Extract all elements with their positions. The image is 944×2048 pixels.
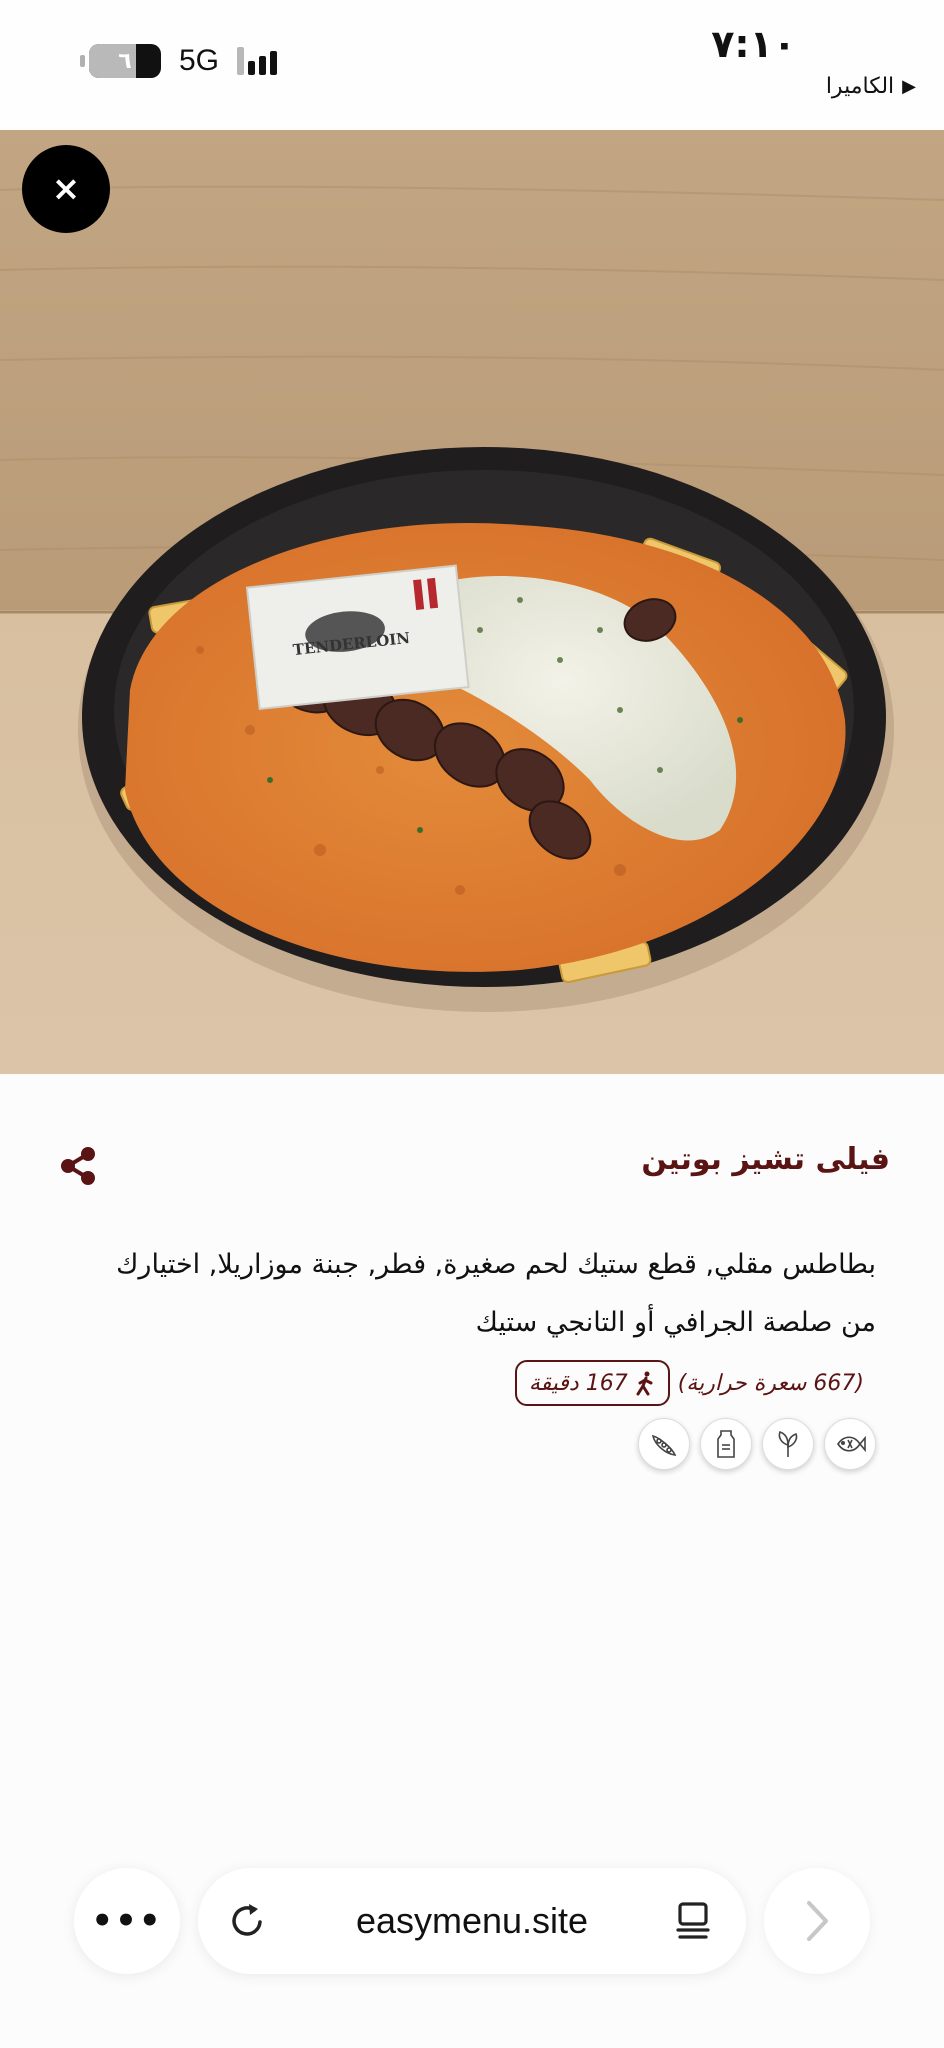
battery-label: ٦ [118,48,132,74]
close-button[interactable]: × [22,145,110,233]
walk-time-badge: 167 دقيقة [514,1360,670,1406]
product-image: TENDERLOIN [0,130,944,1074]
signal-icon [237,47,278,75]
chevron-right-icon [807,1901,828,1941]
battery-icon: ٦ [89,44,161,78]
battery-nub [80,55,85,67]
nutrition-meta: (667 سعرة حرارية) 167 دقيقة [514,1360,864,1406]
reader-mode-icon[interactable] [670,1898,716,1944]
celery-icon [762,1418,814,1470]
back-to-app-link[interactable]: ▶ الكاميرا [826,74,916,99]
more-options-button[interactable]: ••• [74,1868,180,1974]
status-bar: ٧:١٠ ▶ الكاميرا ٦ 5G [0,0,944,130]
status-indicators: ٦ 5G [80,44,278,78]
address-bar[interactable]: easymenu.site [198,1868,746,1974]
close-icon: × [51,169,81,209]
back-app-label: الكاميرا [825,74,895,99]
more-icon: ••• [91,1901,163,1941]
network-type: 5G [179,44,220,77]
walk-time: 167 دقيقة [528,1370,628,1396]
allergen-list [638,1418,876,1470]
forward-button[interactable] [764,1868,870,1974]
food-photo: TENDERLOIN [0,130,944,1074]
product-description: بطاطس مقلي, قطع ستيك لحم صغيرة, فطر, جبن… [116,1249,876,1338]
product-title: فيلى تشيز بوتين [641,1142,890,1177]
fish-icon [824,1418,876,1470]
play-icon: ▶ [902,76,916,97]
share-icon[interactable] [58,1146,98,1186]
url-text: easymenu.site [355,1900,589,1941]
peas-icon [638,1418,690,1470]
calories: (667 سعرة حرارية) [677,1370,864,1396]
walking-icon [636,1371,653,1396]
clock: ٧:١٠ [711,22,796,66]
milk-icon [700,1418,752,1470]
